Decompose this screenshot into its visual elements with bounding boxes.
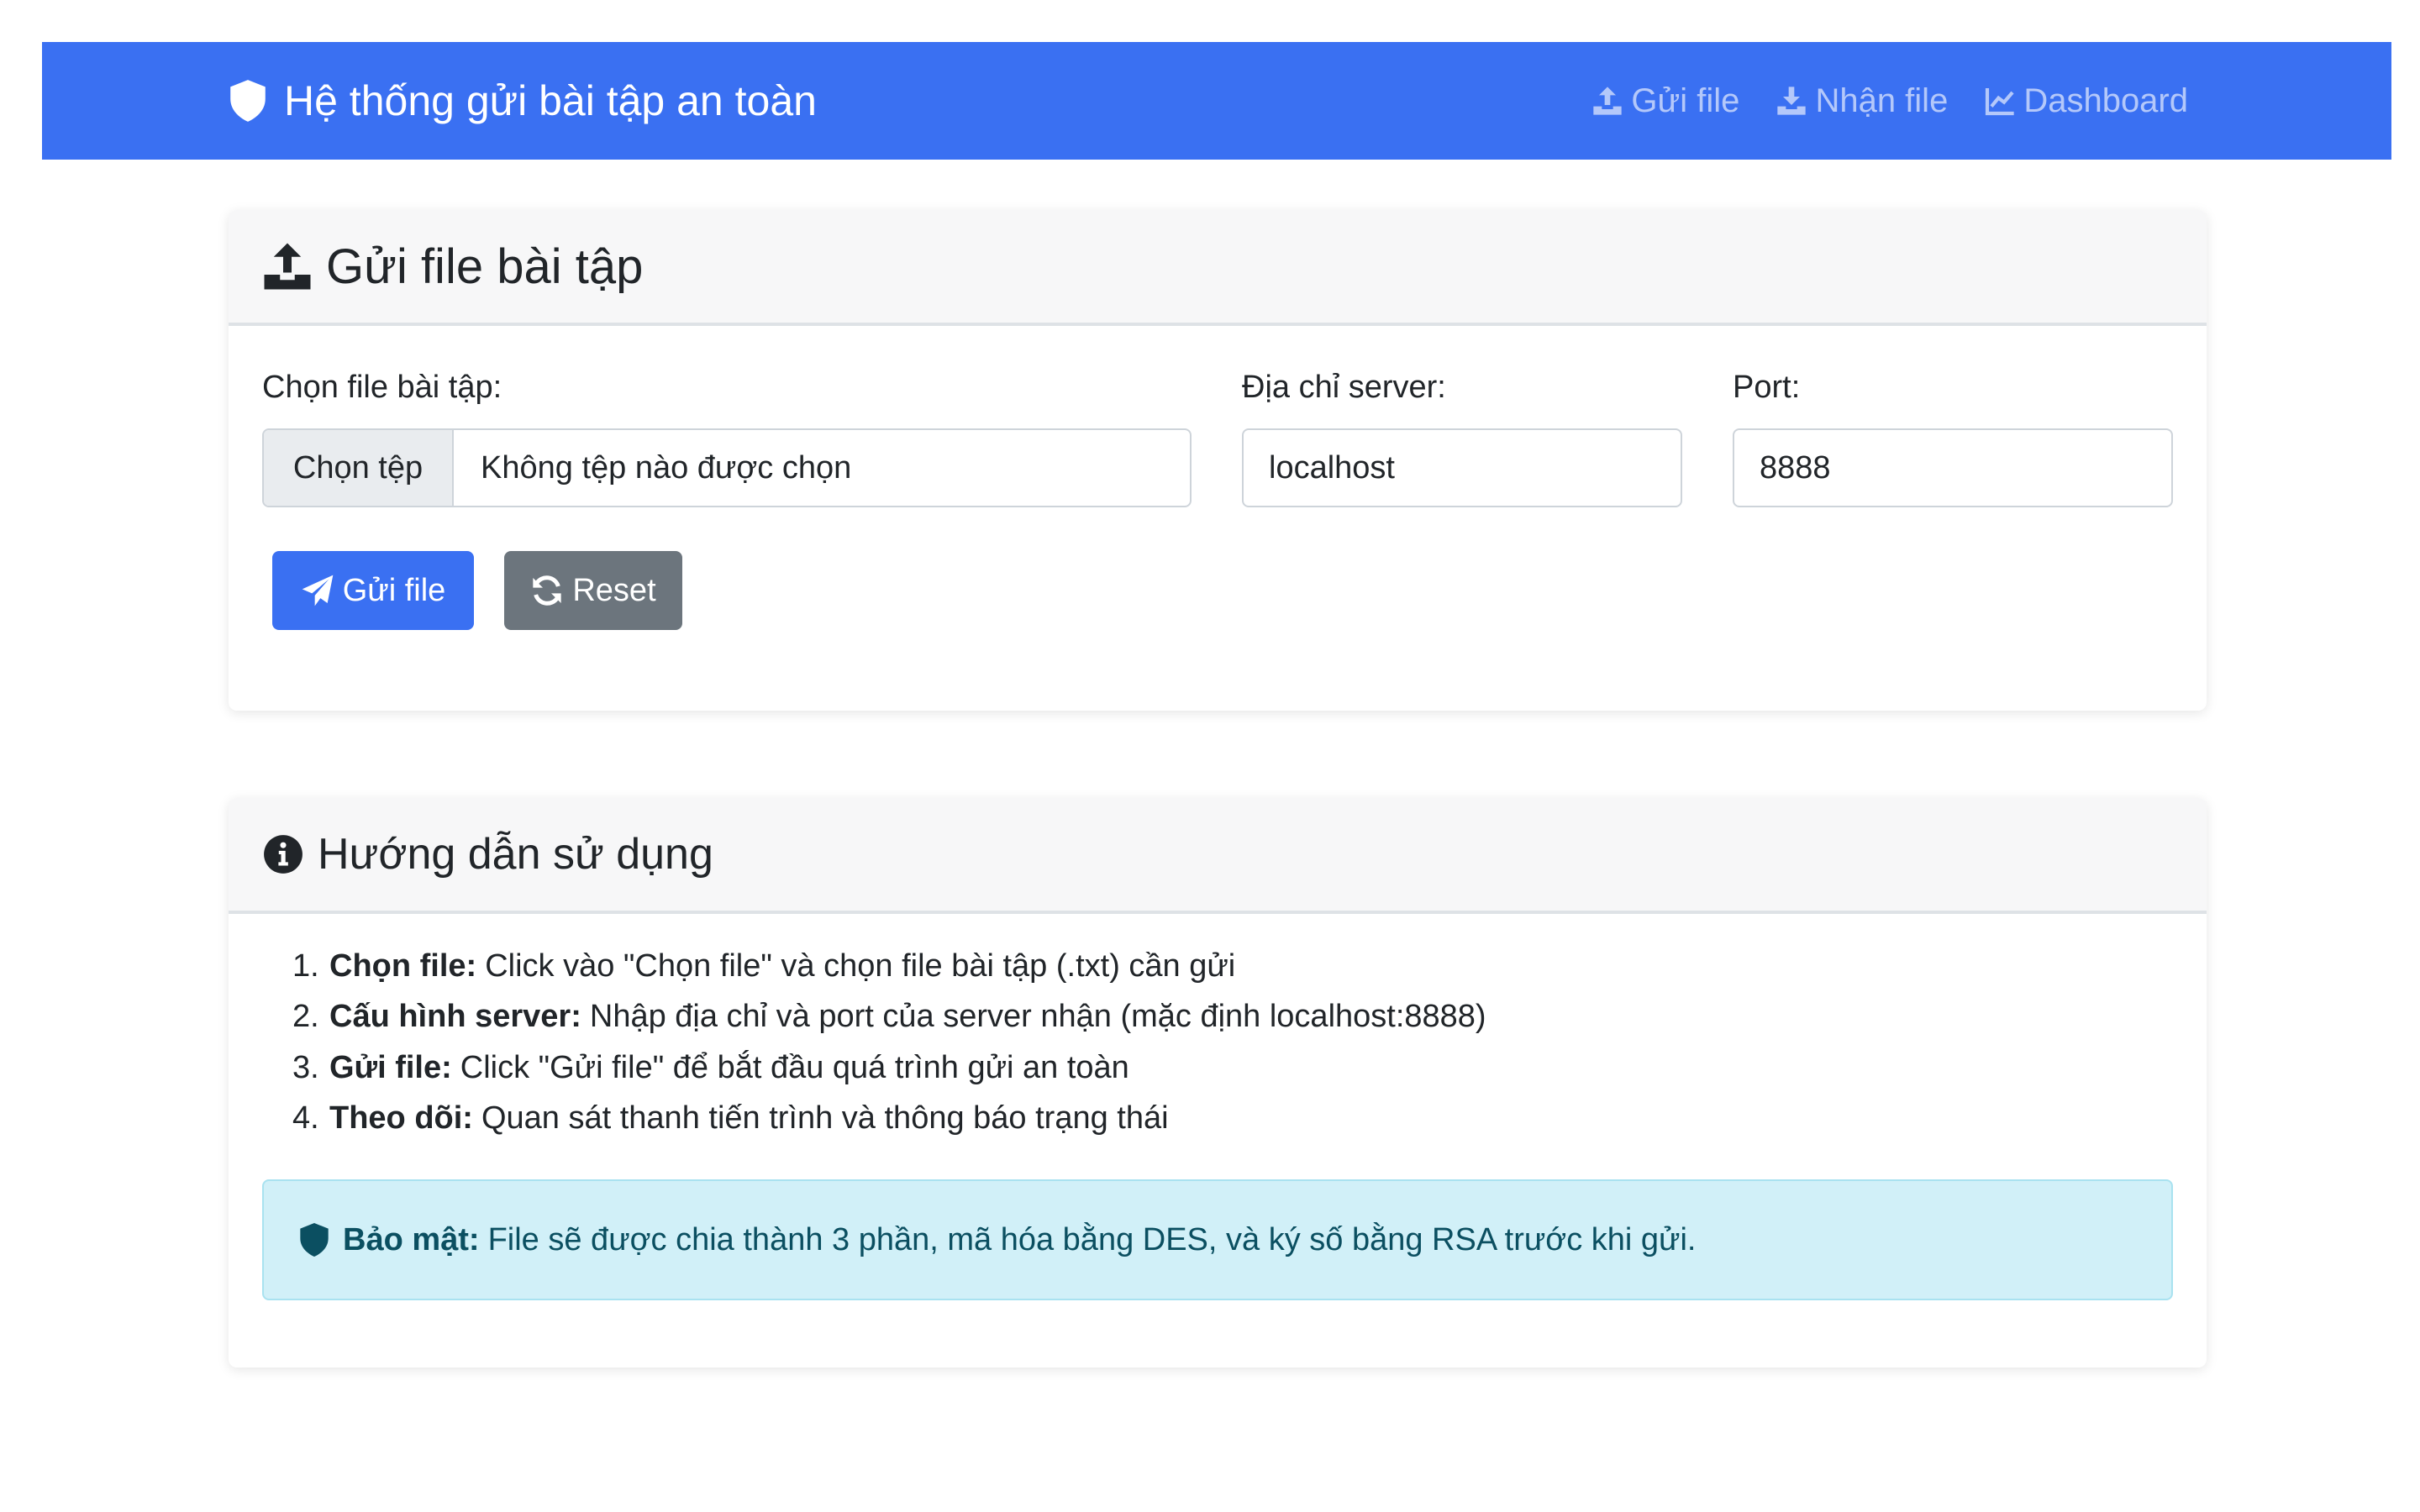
port-label: Port: (1733, 370, 1801, 405)
sync-icon (533, 575, 562, 606)
file-input[interactable]: Chọn tệp Không tệp nào được chọn (262, 428, 1192, 507)
card-title: Gửi file bài tập (326, 239, 644, 294)
shield-icon (300, 1223, 329, 1257)
send-card-header: Gửi file bài tập (229, 210, 2207, 326)
brand-title: Hệ thống gửi bài tập an toàn (284, 77, 817, 124)
send-file-button[interactable]: Gửi file (272, 551, 474, 630)
file-label: Chọn file bài tập: (262, 370, 502, 405)
navbar-brand[interactable]: Hệ thống gửi bài tập an toàn (227, 76, 817, 125)
port-input[interactable] (1733, 428, 2173, 507)
upload-icon (1593, 87, 1623, 115)
list-item: 3. Gửi file: Click "Gửi file" để bắt đầu… (292, 1049, 1129, 1085)
reset-button[interactable]: Reset (504, 551, 682, 630)
nav-link-label: Dashboard (2023, 81, 2188, 119)
guide-card-header: Hướng dẫn sử dụng (229, 798, 2207, 914)
reset-button-label: Reset (572, 572, 656, 608)
server-address-input[interactable] (1242, 428, 1682, 507)
download-icon (1777, 87, 1807, 115)
nav-link-receive-file[interactable]: Nhận file (1775, 82, 1948, 120)
choose-file-button[interactable]: Chọn tệp (264, 430, 454, 506)
navbar: Hệ thống gửi bài tập an toàn Gửi file Nh… (42, 42, 2391, 160)
chart-line-icon (1986, 88, 2014, 116)
card-title: Hướng dẫn sử dụng (318, 830, 713, 879)
steps-list: 1. Chọn file: Click vào "Chọn file" và c… (292, 941, 1486, 1144)
file-status: Không tệp nào được chọn (481, 449, 852, 486)
list-item: 2. Cấu hình server: Nhập địa chỉ và port… (292, 999, 1486, 1035)
send-file-card: Gửi file bài tập Chọn file bài tập: Chọn… (229, 210, 2207, 711)
shield-icon (230, 80, 266, 122)
nav-links: Gửi file Nhận file Dashboard (1591, 82, 2188, 120)
list-item: 1. Chọn file: Click vào "Chọn file" và c… (292, 948, 1236, 984)
list-item: 4. Theo dõi: Quan sát thanh tiến trình v… (292, 1100, 1169, 1137)
paper-plane-icon (302, 575, 334, 606)
upload-icon (264, 243, 311, 290)
alert-title: Bảo mật: (343, 1221, 480, 1257)
nav-link-dashboard[interactable]: Dashboard (1983, 82, 2188, 120)
guide-card: Hướng dẫn sử dụng 1. Chọn file: Click và… (229, 798, 2207, 1368)
nav-link-label: Nhận file (1815, 81, 1949, 119)
nav-link-send-file[interactable]: Gửi file (1591, 82, 1739, 120)
security-alert: Bảo mật: File sẽ được chia thành 3 phần,… (262, 1179, 2173, 1300)
alert-text: File sẽ được chia thành 3 phần, mã hóa b… (487, 1221, 1697, 1257)
nav-link-label: Gửi file (1631, 81, 1740, 119)
server-label: Địa chỉ server: (1242, 370, 1446, 405)
info-circle-icon (264, 835, 302, 874)
send-button-label: Gửi file (342, 572, 446, 608)
